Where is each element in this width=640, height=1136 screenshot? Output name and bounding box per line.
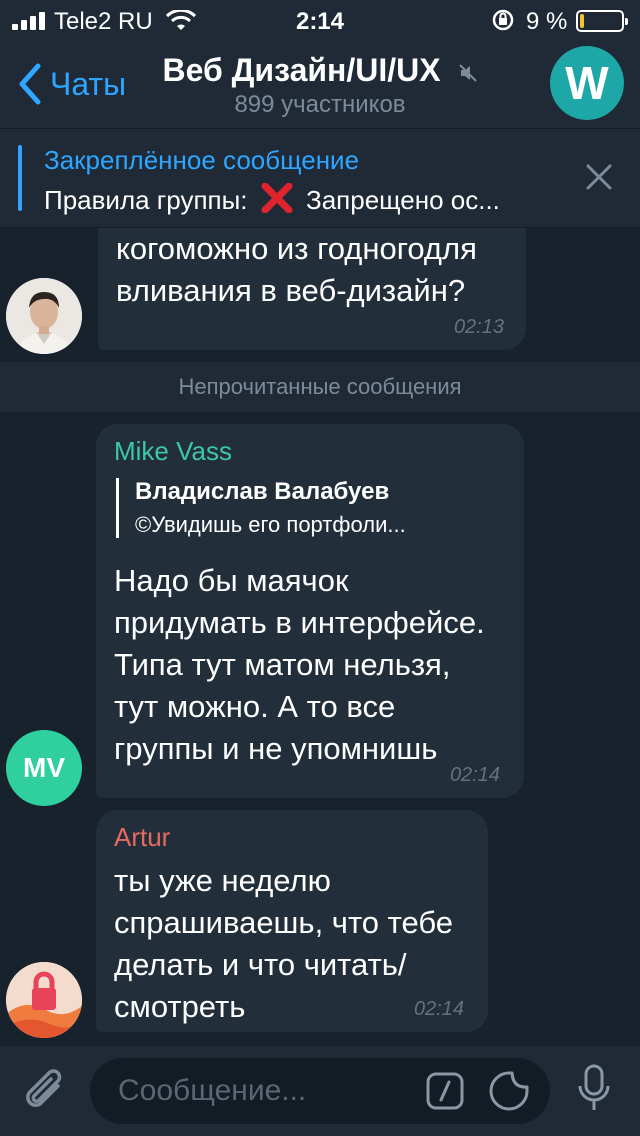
message-time: 02:14	[449, 764, 500, 786]
user-avatar[interactable]	[6, 278, 82, 354]
reply-author: Владислав Валабуев	[135, 478, 390, 505]
pinned-text: Правила группы: Запрещено ос...	[44, 183, 564, 216]
sender-name[interactable]: Artur	[114, 822, 170, 853]
message-time: 02:13	[453, 316, 504, 338]
bot-command-icon[interactable]	[426, 1072, 464, 1110]
chat-header[interactable]: Веб Дизайн/UI/UX 899 участников	[150, 52, 490, 119]
message-list[interactable]: когоможно из годногодля вливания в веб-д…	[0, 228, 640, 1046]
message-text-line: Надо бы маячок	[114, 563, 349, 598]
back-button[interactable]: Чаты	[16, 62, 126, 106]
message-text-line: когоможно из годногодля	[116, 231, 477, 266]
battery-icon	[576, 10, 628, 32]
chevron-left-icon	[19, 63, 41, 105]
avatar-initials: MV	[23, 752, 65, 783]
user-avatar[interactable]: MV	[6, 730, 82, 806]
message-text-line: смотреть	[114, 989, 246, 1024]
battery-percent: 9 %	[526, 8, 568, 35]
message-bubble[interactable]: когоможно из годногодля вливания в веб-д…	[98, 228, 526, 350]
user-photo	[6, 962, 82, 1038]
user-photo	[6, 278, 82, 354]
pinned-text-end: Запрещено ос...	[306, 185, 500, 215]
message-bubble[interactable]: Artur ты уже неделю спрашиваешь, что теб…	[96, 810, 488, 1032]
pinned-title: Закреплённое сообщение	[44, 145, 360, 175]
member-count: 899 участников	[234, 91, 406, 118]
message-text-line: Типа тут матом нельзя,	[114, 647, 451, 682]
back-label: Чаты	[50, 65, 127, 102]
battery-level	[580, 14, 584, 28]
close-pinned-icon[interactable]	[584, 162, 614, 192]
message-input[interactable]: Сообщение...	[90, 1058, 550, 1124]
message-text-line: спрашиваешь, что тебе	[114, 905, 454, 940]
nav-bar: Чаты Веб Дизайн/UI/UX 899 участников W	[0, 40, 640, 128]
group-avatar[interactable]: W	[550, 46, 624, 120]
pinned-accent-bar	[18, 145, 22, 211]
cross-mark-icon	[261, 183, 293, 213]
message-text-line: придумать в интерфейсе.	[114, 605, 485, 640]
message-text-line: ты уже неделю	[114, 863, 331, 898]
chat-title: Веб Дизайн/UI/UX	[162, 52, 441, 88]
message-time: 02:14	[413, 998, 464, 1020]
reply-quote[interactable]: Владислав Валабуев ©Увидишь его портфоли…	[116, 478, 406, 538]
message-text-line: группы и не упомнишь	[114, 731, 438, 766]
sticker-icon[interactable]	[488, 1070, 530, 1112]
orientation-lock-icon	[492, 9, 514, 31]
user-avatar[interactable]	[6, 962, 82, 1038]
microphone-icon[interactable]	[578, 1064, 610, 1116]
message-input-bar: Сообщение...	[0, 1046, 640, 1136]
sender-name[interactable]: Mike Vass	[114, 436, 232, 467]
message-text-line: тут можно. А то все	[114, 689, 396, 724]
paperclip-icon[interactable]	[22, 1066, 68, 1116]
message-text-line: делать и что читать/	[114, 947, 407, 982]
message-text-line: вливания в веб-дизайн?	[116, 273, 466, 308]
group-avatar-letter: W	[565, 57, 609, 109]
message-bubble[interactable]: Mike Vass Владислав Валабуев ©Увидишь ег…	[96, 424, 524, 798]
pinned-text-start: Правила группы:	[44, 185, 248, 215]
unread-divider: Непрочитанные сообщения	[0, 362, 640, 412]
message-input-placeholder: Сообщение...	[118, 1074, 307, 1107]
pinned-message[interactable]: Закреплённое сообщение Правила группы: З…	[0, 128, 640, 228]
mute-icon	[458, 63, 477, 82]
status-bar: Tele2 RU 2:14 9 %	[0, 0, 640, 40]
reply-text: ©Увидишь его портфоли...	[135, 512, 406, 537]
